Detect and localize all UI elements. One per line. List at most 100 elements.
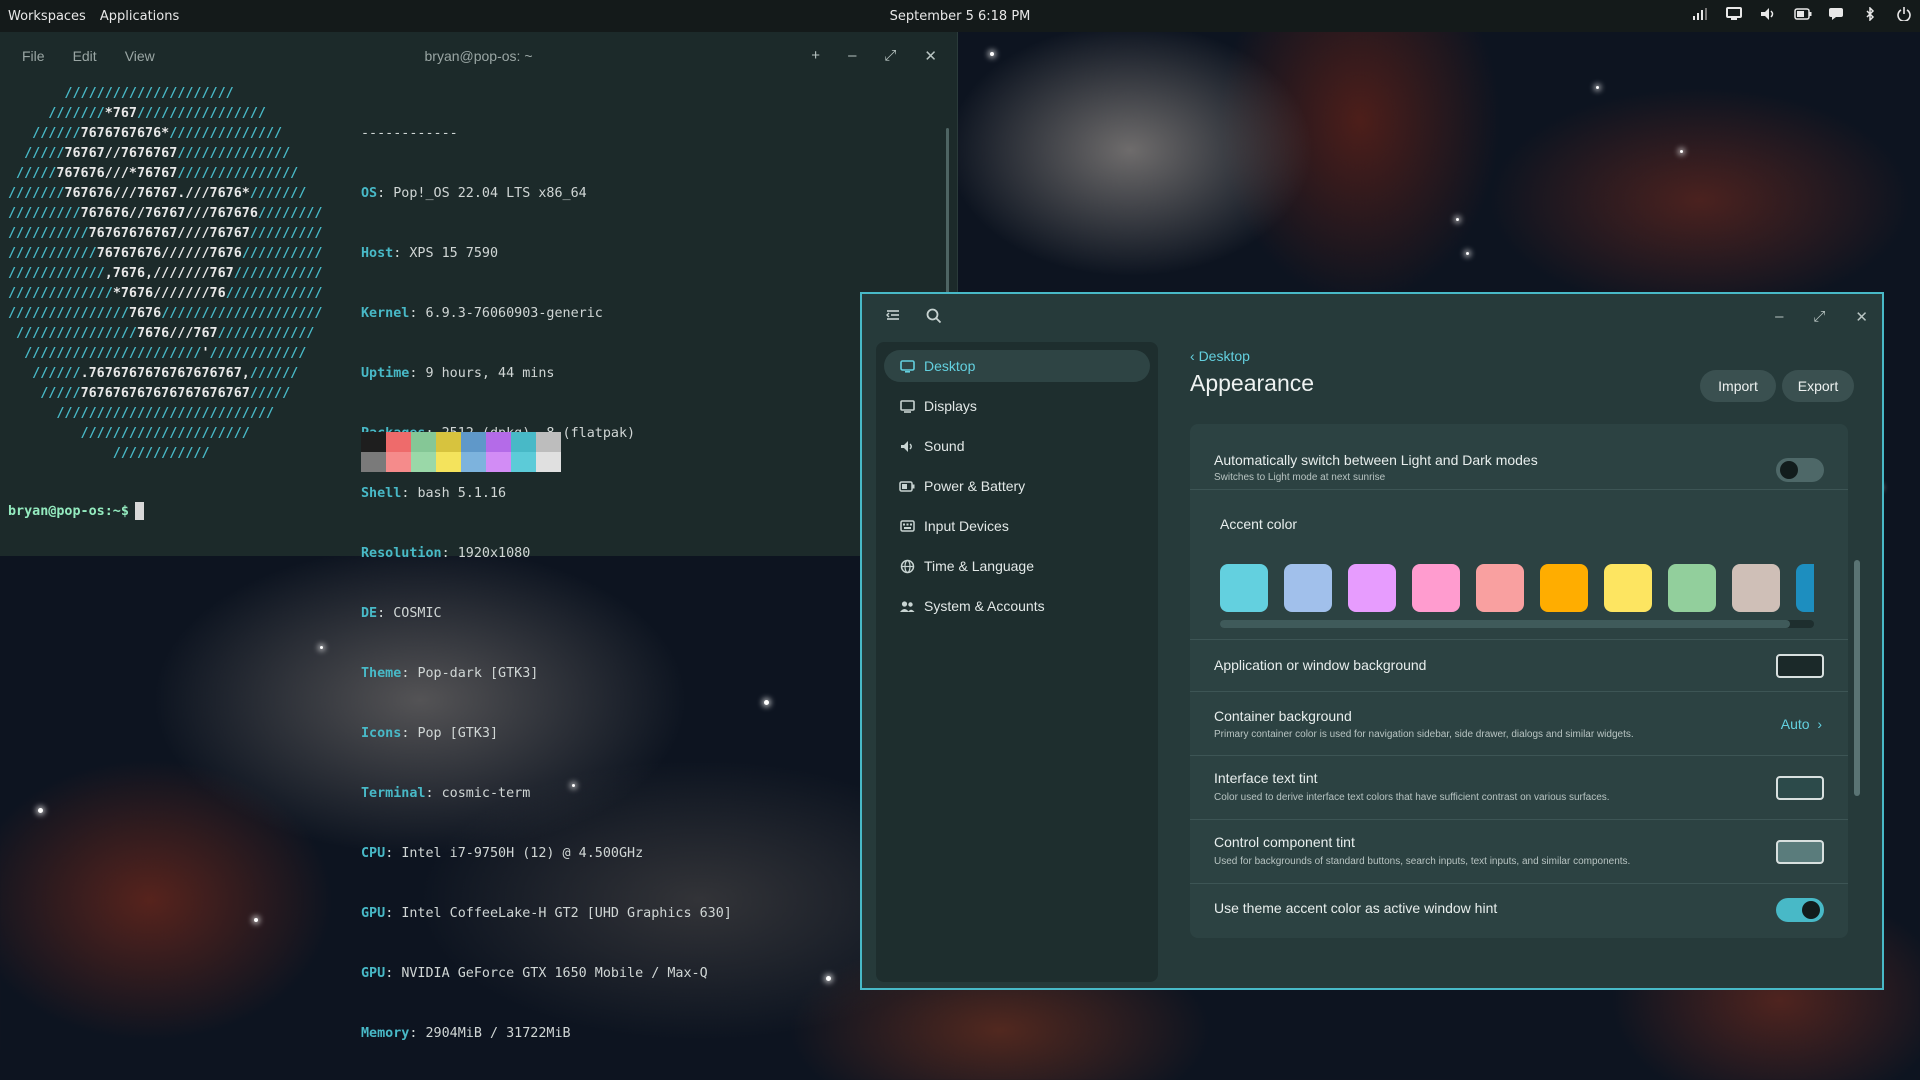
accent-color-swatch[interactable] — [1796, 564, 1814, 612]
info-line: CPU: Intel i7-9750H (12) @ 4.500GHz — [361, 846, 644, 861]
info-line: Terminal: cosmic-term — [361, 786, 531, 801]
sidebar-item-system-accounts[interactable]: System & Accounts — [884, 590, 1150, 622]
accent-hint-title: Use theme accent color as active window … — [1214, 900, 1498, 916]
palette-color — [536, 432, 561, 452]
info-key: Host — [361, 246, 394, 261]
info-key: GPU — [361, 906, 386, 921]
accent-color-swatch[interactable] — [1348, 564, 1396, 612]
minimize-button[interactable]: – — [1775, 308, 1783, 326]
info-key: GPU — [361, 966, 386, 981]
info-value: 1920x1080 — [457, 546, 531, 561]
settings-content: ‹ Desktop Appearance Import Export Autom… — [1188, 342, 1868, 982]
info-line: DE: COSMIC — [361, 606, 442, 621]
appearance-settings-card: Automatically switch between Light and D… — [1190, 424, 1848, 938]
accent-color-swatch[interactable] — [1668, 564, 1716, 612]
text-tint-row[interactable]: Interface text tint Color used to derive… — [1190, 756, 1848, 820]
palette-color — [361, 432, 386, 452]
terminal-window[interactable]: File Edit View bryan@pop-os: ~ + – ⤢ ✕ /… — [0, 32, 958, 1041]
sidebar-item-sound[interactable]: Sound — [884, 430, 1150, 462]
new-tab-button[interactable]: + — [811, 47, 820, 65]
close-button[interactable]: ✕ — [924, 47, 937, 65]
info-key: Shell — [361, 486, 402, 501]
sidebar-item-label: System & Accounts — [924, 598, 1045, 614]
breadcrumb-back[interactable]: ‹ Desktop — [1190, 348, 1250, 364]
distro-ascii-logo: ///////////////////// ///////*767///////… — [8, 86, 323, 461]
info-value: Pop-dark [GTK3] — [417, 666, 539, 681]
minimize-button[interactable]: – — [848, 47, 856, 65]
accent-color-swatch[interactable] — [1284, 564, 1332, 612]
desktop-icon — [898, 359, 916, 373]
sidebar-toggle-icon[interactable] — [886, 308, 900, 327]
info-line: Kernel: 6.9.3-76060903-generic — [361, 306, 603, 321]
maximize-button[interactable]: ⤢ — [1813, 308, 1825, 326]
auto-switch-toggle[interactable] — [1776, 458, 1824, 482]
control-tint-row[interactable]: Control component tint Used for backgrou… — [1190, 820, 1848, 884]
palette-color — [361, 452, 386, 472]
info-key: Resolution — [361, 546, 442, 561]
menu-file[interactable]: File — [22, 48, 45, 64]
container-background-value[interactable]: Auto › — [1781, 716, 1822, 732]
info-line: Memory: 2904MiB / 31722MiB — [361, 1026, 571, 1041]
close-button[interactable]: ✕ — [1855, 308, 1868, 326]
search-icon[interactable] — [926, 308, 942, 329]
sidebar-item-displays[interactable]: Displays — [884, 390, 1150, 422]
sidebar-item-label: Sound — [924, 438, 965, 454]
menu-view[interactable]: View — [125, 48, 155, 64]
control-tint-swatch[interactable] — [1776, 840, 1824, 864]
info-separator: ------------ — [361, 126, 458, 141]
info-line: Host: XPS 15 7590 — [361, 246, 499, 261]
container-background-row[interactable]: Container background Primary container c… — [1190, 692, 1848, 756]
notifications-icon[interactable] — [1828, 7, 1844, 25]
info-value: Pop!_OS 22.04 LTS x86_64 — [393, 186, 587, 201]
maximize-button[interactable]: ⤢ — [884, 47, 896, 65]
accent-color-swatch[interactable] — [1732, 564, 1780, 612]
sidebar-item-label: Power & Battery — [924, 478, 1026, 494]
clock[interactable]: September 5 6:18 PM — [890, 9, 1031, 24]
settings-sidebar: Desktop Displays Sound Power & Battery I… — [876, 342, 1158, 982]
info-key: Theme — [361, 666, 402, 681]
accent-color-swatch[interactable] — [1412, 564, 1460, 612]
display-icon[interactable] — [1726, 7, 1742, 25]
sidebar-item-desktop[interactable]: Desktop — [884, 350, 1150, 382]
shell-prompt[interactable]: bryan@pop-os:~$ — [8, 502, 144, 520]
bluetooth-icon[interactable] — [1862, 6, 1878, 25]
accent-hint-toggle[interactable] — [1776, 898, 1824, 922]
chevron-left-icon: ‹ — [1190, 348, 1195, 364]
accent-color-swatch[interactable] — [1604, 564, 1652, 612]
info-key: Uptime — [361, 366, 410, 381]
app-background-row[interactable]: Application or window background — [1190, 640, 1848, 692]
text-tint-swatch[interactable] — [1776, 776, 1824, 800]
accent-color-swatch[interactable] — [1220, 564, 1268, 612]
terminal-header: File Edit View bryan@pop-os: ~ + – ⤢ ✕ — [0, 32, 957, 80]
content-scrollbar[interactable] — [1854, 560, 1860, 796]
applications-button[interactable]: Applications — [100, 9, 179, 24]
info-line: Resolution: 1920x1080 — [361, 546, 531, 561]
page-title: Appearance — [1190, 370, 1315, 396]
sidebar-item-power-battery[interactable]: Power & Battery — [884, 470, 1150, 502]
battery-icon — [898, 480, 916, 492]
info-value: NVIDIA GeForce GTX 1650 Mobile / Max-Q — [401, 966, 708, 981]
control-tint-title: Control component tint — [1214, 834, 1355, 850]
sound-icon — [898, 440, 916, 453]
sidebar-item-time-language[interactable]: Time & Language — [884, 550, 1150, 582]
power-icon[interactable] — [1896, 7, 1912, 25]
accent-color-swatches — [1220, 564, 1814, 612]
import-button[interactable]: Import — [1700, 370, 1776, 402]
sidebar-item-input-devices[interactable]: Input Devices — [884, 510, 1150, 542]
control-tint-subtitle: Used for backgrounds of standard buttons… — [1214, 856, 1631, 867]
palette-color — [386, 432, 411, 452]
battery-icon[interactable] — [1794, 8, 1812, 24]
accent-scrollbar[interactable] — [1220, 620, 1814, 628]
accent-color-label: Accent color — [1220, 516, 1298, 532]
app-background-swatch[interactable] — [1776, 654, 1824, 678]
accent-color-swatch[interactable] — [1476, 564, 1524, 612]
workspaces-button[interactable]: Workspaces — [8, 9, 86, 24]
network-icon[interactable] — [1692, 8, 1708, 24]
accent-color-swatch[interactable] — [1540, 564, 1588, 612]
export-button[interactable]: Export — [1782, 370, 1854, 402]
info-value: Intel i7-9750H (12) @ 4.500GHz — [401, 846, 644, 861]
info-value: bash 5.1.16 — [417, 486, 507, 501]
settings-window[interactable]: – ⤢ ✕ Desktop Displays Sound Power & Bat… — [860, 292, 1884, 990]
menu-edit[interactable]: Edit — [73, 48, 97, 64]
volume-icon[interactable] — [1760, 7, 1776, 25]
